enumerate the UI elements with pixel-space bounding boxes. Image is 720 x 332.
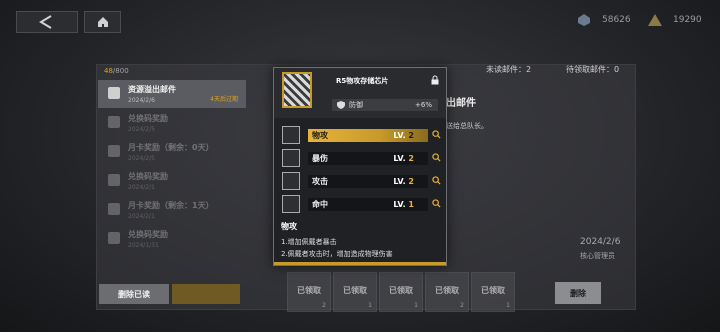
stat-bar: 物攻 LV. 2 <box>308 129 428 142</box>
mail-detail-title: 出邮件 <box>446 98 476 109</box>
reward-item[interactable]: 已领取 1 <box>379 272 423 312</box>
currency-1-value: 58626 <box>602 15 631 25</box>
mail-icon <box>108 87 120 99</box>
mail-item[interactable]: 月卡奖励（剩余：1天） 2024/2/1 <box>98 196 246 224</box>
defense-value: +6% <box>415 101 432 109</box>
home-icon <box>97 17 108 27</box>
stat-bar: 攻击 LV. 2 <box>308 175 428 188</box>
mail-item[interactable]: 兑换码奖励 2024/2/5 <box>98 109 246 137</box>
stat-row-attack[interactable]: 攻击 LV. 2 <box>282 172 441 190</box>
pending-count: 待领取邮件：0 <box>566 65 620 74</box>
mail-list: 资源溢出邮件 2024/2/6 4天后过期 兑换码奖励 2024/2/5 月卡奖… <box>98 80 246 254</box>
delete-read-button[interactable]: 删除已读 <box>99 284 169 304</box>
magnifier-icon[interactable] <box>432 130 441 139</box>
mail-item[interactable]: 月卡奖励（剩余：0天） 2024/2/5 <box>98 138 246 166</box>
description-line: 1.增加佩戴者暴击 <box>281 238 337 246</box>
delete-button[interactable]: 删除 <box>555 282 601 304</box>
stat-row-physical-attack[interactable]: 物攻 LV. 2 <box>282 126 441 144</box>
attack-icon <box>282 172 300 190</box>
stat-row-accuracy[interactable]: 命中 LV. 1 <box>282 195 441 213</box>
home-button[interactable] <box>84 11 121 33</box>
chip-name: R5物攻存储芯片 <box>336 77 389 85</box>
magnifier-icon[interactable] <box>432 199 441 208</box>
unread-count: 未读邮件：2 <box>486 65 532 74</box>
reward-item[interactable]: 已领取 1 <box>471 272 515 312</box>
collect-all-button[interactable] <box>172 284 240 304</box>
mail-item[interactable]: 资源溢出邮件 2024/2/6 4天后过期 <box>98 80 246 108</box>
mail-count: 48/800 <box>104 67 129 75</box>
mail-icon <box>108 203 120 215</box>
chip-detail-popup: R5物攻存储芯片 防御 +6% 物攻 LV. 2 暴伤 LV. 2 攻击 LV.… <box>273 67 447 266</box>
currency-2-value: 19290 <box>673 15 702 25</box>
back-arrow-icon <box>39 15 52 29</box>
popup-accent-bar <box>274 262 446 265</box>
reward-row: 已领取 2 已领取 1 已领取 1 已领取 2 已领取 1 <box>287 272 515 312</box>
mail-icon <box>108 174 120 186</box>
description-title: 物攻 <box>281 222 297 231</box>
currency-2: 19290 <box>647 12 702 28</box>
shield-icon <box>337 101 345 109</box>
mail-detail-date: 2024/2/6 <box>580 237 621 247</box>
defense-row: 防御 +6% <box>332 99 438 111</box>
stat-row-crit-damage[interactable]: 暴伤 LV. 2 <box>282 149 441 167</box>
currency-1: 58626 <box>576 12 631 28</box>
stat-bar: 暴伤 LV. 2 <box>308 152 428 165</box>
mail-icon <box>108 232 120 244</box>
crystal-icon <box>578 14 590 26</box>
gold-triangle-icon <box>648 14 662 26</box>
accuracy-icon <box>282 195 300 213</box>
reward-item[interactable]: 已领取 2 <box>287 272 331 312</box>
chip-icon <box>282 72 312 108</box>
crit-damage-icon <box>282 149 300 167</box>
reward-item[interactable]: 已领取 1 <box>333 272 377 312</box>
defense-label: 防御 <box>349 101 363 109</box>
mail-icon <box>108 116 120 128</box>
back-button[interactable] <box>16 11 78 33</box>
mail-detail-sender: 核心管理员 <box>580 252 615 260</box>
reward-item[interactable]: 已领取 2 <box>425 272 469 312</box>
lock-icon[interactable] <box>430 75 440 85</box>
chip-header: R5物攻存储芯片 防御 +6% <box>274 68 446 118</box>
mail-detail-body: 送给总队长。 <box>446 122 488 130</box>
stat-bar: 命中 LV. 1 <box>308 198 428 211</box>
mail-item[interactable]: 兑换码奖励 2024/1/31 <box>98 225 246 253</box>
physical-attack-icon <box>282 126 300 144</box>
magnifier-icon[interactable] <box>432 153 441 162</box>
mail-icon <box>108 145 120 157</box>
description-line: 2.佩戴者攻击时，增加造成物理伤害 <box>281 250 393 258</box>
mail-item[interactable]: 兑换码奖励 2024/2/1 <box>98 167 246 195</box>
magnifier-icon[interactable] <box>432 176 441 185</box>
